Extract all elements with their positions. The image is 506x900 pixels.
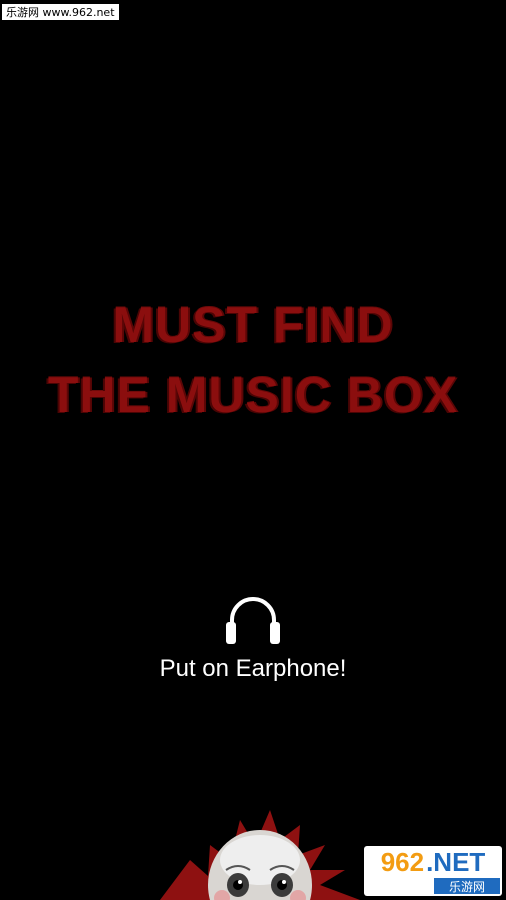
earphone-prompt: Put on Earphone!	[159, 655, 347, 682]
logo-caption: 乐游网	[434, 878, 500, 894]
logo-number: 962	[380, 846, 425, 877]
headphones-icon	[226, 597, 280, 644]
title-line-2: THE MUSIC BOX	[47, 367, 459, 423]
title-line-1: MUST FIND	[112, 297, 394, 353]
logo-suffix: .NET	[426, 846, 486, 877]
clown-image	[160, 810, 360, 900]
game-title: MUST FIND THE MUSIC BOX	[0, 300, 506, 420]
site-logo: 962 .NET 乐游网	[364, 846, 502, 896]
watermark-site: 乐游网 www.962.net	[2, 4, 119, 20]
